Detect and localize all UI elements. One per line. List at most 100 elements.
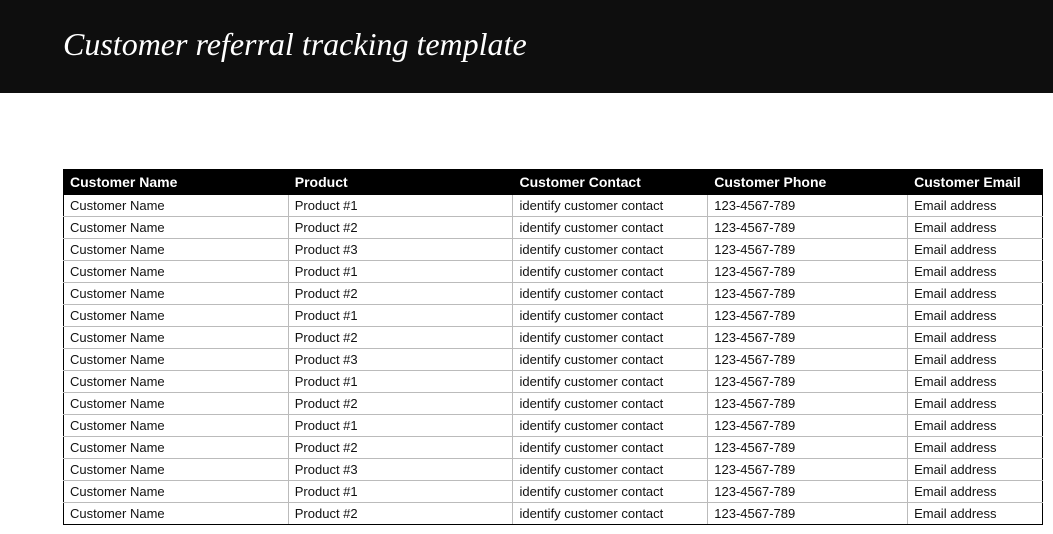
column-header-email: Customer Email xyxy=(908,170,1043,195)
cell-contact: identify customer contact xyxy=(513,283,708,305)
cell-product: Product #1 xyxy=(288,195,513,217)
cell-product: Product #3 xyxy=(288,459,513,481)
table-row: Customer NameProduct #3identify customer… xyxy=(64,239,1043,261)
column-header-contact: Customer Contact xyxy=(513,170,708,195)
cell-product: Product #1 xyxy=(288,481,513,503)
cell-name: Customer Name xyxy=(64,415,289,437)
cell-email: Email address xyxy=(908,283,1043,305)
table-row: Customer NameProduct #1identify customer… xyxy=(64,305,1043,327)
cell-name: Customer Name xyxy=(64,393,289,415)
table-row: Customer NameProduct #2identify customer… xyxy=(64,393,1043,415)
table-row: Customer NameProduct #1identify customer… xyxy=(64,195,1043,217)
cell-phone: 123-4567-789 xyxy=(708,217,908,239)
referral-table: Customer Name Product Customer Contact C… xyxy=(63,169,1043,525)
cell-email: Email address xyxy=(908,459,1043,481)
cell-product: Product #2 xyxy=(288,437,513,459)
table-header-row: Customer Name Product Customer Contact C… xyxy=(64,170,1043,195)
cell-email: Email address xyxy=(908,503,1043,525)
cell-name: Customer Name xyxy=(64,195,289,217)
table-row: Customer NameProduct #2identify customer… xyxy=(64,327,1043,349)
table-row: Customer NameProduct #2identify customer… xyxy=(64,283,1043,305)
column-header-name: Customer Name xyxy=(64,170,289,195)
cell-phone: 123-4567-789 xyxy=(708,195,908,217)
cell-name: Customer Name xyxy=(64,305,289,327)
cell-email: Email address xyxy=(908,305,1043,327)
cell-contact: identify customer contact xyxy=(513,371,708,393)
cell-phone: 123-4567-789 xyxy=(708,327,908,349)
cell-contact: identify customer contact xyxy=(513,261,708,283)
cell-email: Email address xyxy=(908,239,1043,261)
cell-name: Customer Name xyxy=(64,349,289,371)
cell-product: Product #1 xyxy=(288,305,513,327)
cell-email: Email address xyxy=(908,437,1043,459)
page-title: Customer referral tracking template xyxy=(63,26,1053,63)
cell-email: Email address xyxy=(908,195,1043,217)
table-row: Customer NameProduct #3identify customer… xyxy=(64,459,1043,481)
table-row: Customer NameProduct #2identify customer… xyxy=(64,503,1043,525)
cell-contact: identify customer contact xyxy=(513,327,708,349)
cell-contact: identify customer contact xyxy=(513,459,708,481)
cell-phone: 123-4567-789 xyxy=(708,261,908,283)
cell-product: Product #1 xyxy=(288,415,513,437)
table-row: Customer NameProduct #2identify customer… xyxy=(64,437,1043,459)
table-row: Customer NameProduct #1identify customer… xyxy=(64,415,1043,437)
cell-phone: 123-4567-789 xyxy=(708,371,908,393)
cell-phone: 123-4567-789 xyxy=(708,393,908,415)
cell-contact: identify customer contact xyxy=(513,393,708,415)
cell-phone: 123-4567-789 xyxy=(708,503,908,525)
table-row: Customer NameProduct #3identify customer… xyxy=(64,349,1043,371)
cell-contact: identify customer contact xyxy=(513,349,708,371)
cell-phone: 123-4567-789 xyxy=(708,283,908,305)
cell-name: Customer Name xyxy=(64,283,289,305)
cell-product: Product #1 xyxy=(288,371,513,393)
cell-email: Email address xyxy=(908,481,1043,503)
cell-email: Email address xyxy=(908,217,1043,239)
cell-email: Email address xyxy=(908,415,1043,437)
cell-name: Customer Name xyxy=(64,459,289,481)
cell-email: Email address xyxy=(908,393,1043,415)
cell-contact: identify customer contact xyxy=(513,481,708,503)
cell-name: Customer Name xyxy=(64,371,289,393)
cell-phone: 123-4567-789 xyxy=(708,239,908,261)
column-header-product: Product xyxy=(288,170,513,195)
cell-phone: 123-4567-789 xyxy=(708,349,908,371)
cell-product: Product #2 xyxy=(288,283,513,305)
cell-name: Customer Name xyxy=(64,217,289,239)
cell-product: Product #1 xyxy=(288,261,513,283)
table-row: Customer NameProduct #2identify customer… xyxy=(64,217,1043,239)
cell-contact: identify customer contact xyxy=(513,195,708,217)
cell-product: Product #3 xyxy=(288,239,513,261)
cell-contact: identify customer contact xyxy=(513,305,708,327)
cell-email: Email address xyxy=(908,327,1043,349)
cell-name: Customer Name xyxy=(64,437,289,459)
cell-name: Customer Name xyxy=(64,239,289,261)
cell-email: Email address xyxy=(908,371,1043,393)
cell-contact: identify customer contact xyxy=(513,503,708,525)
cell-name: Customer Name xyxy=(64,261,289,283)
cell-phone: 123-4567-789 xyxy=(708,437,908,459)
cell-phone: 123-4567-789 xyxy=(708,415,908,437)
cell-product: Product #2 xyxy=(288,393,513,415)
cell-name: Customer Name xyxy=(64,503,289,525)
cell-contact: identify customer contact xyxy=(513,415,708,437)
table-row: Customer NameProduct #1identify customer… xyxy=(64,481,1043,503)
cell-phone: 123-4567-789 xyxy=(708,481,908,503)
cell-contact: identify customer contact xyxy=(513,239,708,261)
cell-email: Email address xyxy=(908,261,1043,283)
content-area: Customer Name Product Customer Contact C… xyxy=(0,93,1053,525)
cell-contact: identify customer contact xyxy=(513,437,708,459)
cell-product: Product #2 xyxy=(288,217,513,239)
column-header-phone: Customer Phone xyxy=(708,170,908,195)
cell-product: Product #3 xyxy=(288,349,513,371)
cell-name: Customer Name xyxy=(64,327,289,349)
cell-email: Email address xyxy=(908,349,1043,371)
cell-phone: 123-4567-789 xyxy=(708,459,908,481)
cell-contact: identify customer contact xyxy=(513,217,708,239)
page-header: Customer referral tracking template xyxy=(0,0,1053,93)
cell-product: Product #2 xyxy=(288,503,513,525)
cell-name: Customer Name xyxy=(64,481,289,503)
table-row: Customer NameProduct #1identify customer… xyxy=(64,371,1043,393)
cell-product: Product #2 xyxy=(288,327,513,349)
table-row: Customer NameProduct #1identify customer… xyxy=(64,261,1043,283)
cell-phone: 123-4567-789 xyxy=(708,305,908,327)
